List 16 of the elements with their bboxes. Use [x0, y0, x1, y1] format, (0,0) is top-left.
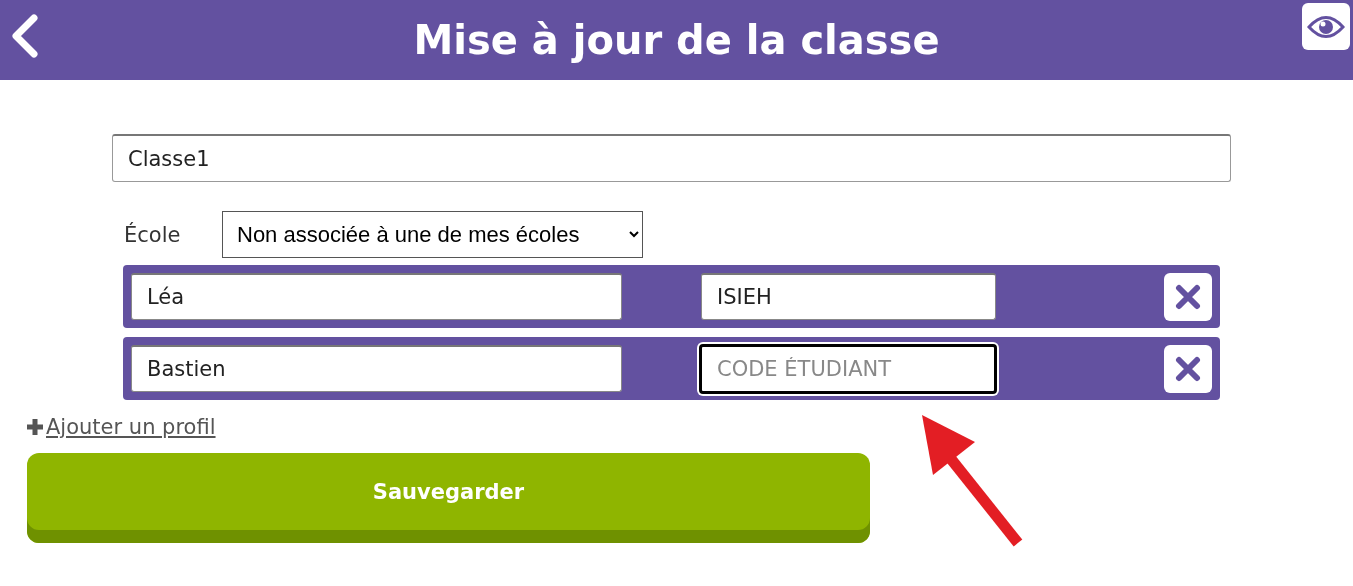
student-code-field[interactable]: ISIEH [701, 273, 996, 320]
class-name-field[interactable]: Classe1 [112, 134, 1231, 182]
school-select[interactable]: Non associée à une de mes écoles [222, 211, 643, 258]
eye-button[interactable] [1302, 3, 1350, 50]
first-name-field[interactable]: Léa [131, 273, 622, 320]
close-icon [1175, 283, 1201, 310]
eye-icon [1307, 13, 1345, 40]
close-icon [1175, 355, 1201, 382]
plus-icon [26, 418, 44, 436]
first-name-field[interactable]: Bastien [131, 345, 622, 392]
delete-button[interactable] [1164, 272, 1212, 321]
page-title: Mise à jour de la classe [413, 17, 940, 63]
school-label: École [124, 222, 182, 247]
student-code-field[interactable]: CODE ÉTUDIANT [699, 343, 997, 394]
add-profile-link[interactable]: Ajouter un profil [26, 415, 216, 439]
delete-button[interactable] [1164, 344, 1212, 393]
